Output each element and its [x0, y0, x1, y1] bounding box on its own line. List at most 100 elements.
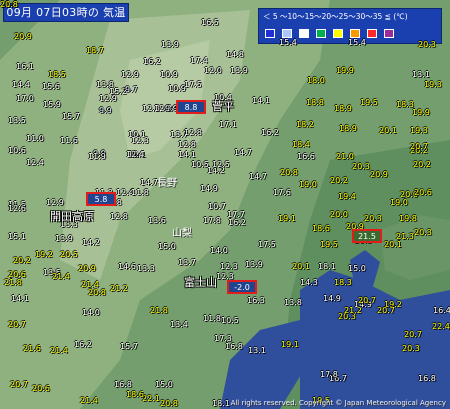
station-reading: 20.5: [60, 250, 78, 259]
station-reading: 14.4: [12, 80, 30, 89]
station-reading: 21.4: [80, 396, 98, 405]
station-reading: 16.4: [433, 306, 450, 315]
station-reading: 18.2: [296, 120, 314, 129]
station-reading: 22.1: [142, 394, 160, 403]
station-reading: 19.5: [360, 98, 378, 107]
station-reading: 19.4: [338, 192, 356, 201]
station-reading: 20.2: [413, 160, 431, 169]
station-reading: 20.3: [418, 40, 436, 49]
station-reading: 19.9: [412, 108, 430, 117]
station-reading: 12.6: [8, 204, 26, 213]
station-reading: 20.9: [14, 32, 32, 41]
station-reading: 16.8: [114, 380, 132, 389]
station-reading: 17.5: [258, 240, 276, 249]
station-reading: 18.9: [339, 124, 357, 133]
station-reading: 19.3: [424, 80, 442, 89]
station-reading: 13.9: [161, 40, 179, 49]
station-reading: 17.8: [203, 216, 221, 225]
station-reading: 20.3: [352, 162, 370, 171]
station-reading: 13.9: [245, 260, 263, 269]
temperature-map: 09月 07日03時の 気温 ＜ 5 〜10〜15〜20〜25〜30〜35 ≦ …: [0, 0, 450, 409]
station-reading: 14.7: [140, 178, 158, 187]
station-reading: 13.4: [170, 320, 188, 329]
station-reading: 20.2: [330, 176, 348, 185]
station-reading: 21.0: [336, 152, 354, 161]
station-reading: 19.5: [320, 240, 338, 249]
station-reading: 14.7: [249, 172, 267, 181]
station-reading: 13.7: [178, 258, 196, 267]
station-reading: 18.1: [212, 399, 230, 408]
station-reading: 18.8: [306, 98, 324, 107]
station-reading: 17.6: [273, 188, 291, 197]
station-reading: 16.8: [418, 374, 436, 383]
station-reading: 21.4: [50, 346, 68, 355]
station-reading: 15.6: [42, 82, 60, 91]
station-reading: 12.8: [178, 140, 196, 149]
station-reading: 19.1: [281, 340, 299, 349]
station-reading: 15.9: [43, 100, 61, 109]
station-reading: 16.2: [74, 340, 92, 349]
legend-swatch: [350, 29, 360, 38]
station-reading: 18.7: [86, 46, 104, 55]
legend-swatch: [282, 29, 292, 38]
station-reading: 9.9: [99, 106, 112, 115]
highlight-sugadaira[interactable]: 8.8: [176, 100, 206, 114]
station-reading: 10.5: [221, 316, 239, 325]
station-reading: 15.4: [279, 38, 297, 47]
station-reading: 20.6: [414, 188, 432, 197]
station-reading: 13.3: [137, 264, 155, 273]
station-reading: 19.3: [410, 126, 428, 135]
station-reading: 10.7: [208, 202, 226, 211]
station-reading: 20.3: [402, 344, 420, 353]
station-reading: 12.5: [212, 160, 230, 169]
station-reading: 14.1: [11, 294, 29, 303]
legend-swatch: [265, 29, 275, 38]
station-reading: 13.5: [8, 116, 26, 125]
legend-swatches: [265, 29, 394, 38]
station-reading: 21.2: [110, 284, 128, 293]
station-reading: 17.4: [190, 56, 208, 65]
station-reading: 22.4: [432, 322, 450, 331]
station-reading: 20.8: [160, 399, 178, 408]
station-reading: 12.9: [99, 94, 117, 103]
legend-swatch: [333, 29, 343, 38]
station-reading: 19.8: [399, 214, 417, 223]
station-reading: 16.5: [201, 18, 219, 27]
station-reading: 17.5: [184, 80, 202, 89]
highlight-tokyo[interactable]: 21.5: [352, 229, 382, 243]
highlight-kaida-kogen[interactable]: 5.8: [86, 192, 116, 206]
map-title: 09月 07日03時の 気温: [3, 3, 129, 22]
station-reading: 15.0: [158, 242, 176, 251]
place-nagano: 長野: [157, 178, 177, 189]
station-reading: 18.4: [292, 140, 310, 149]
station-reading: 14.7: [234, 148, 252, 157]
legend-swatch: [384, 29, 394, 38]
station-reading: 17.0: [16, 94, 34, 103]
station-reading: 16.2: [143, 57, 161, 66]
station-reading: 20.9: [78, 264, 96, 273]
station-reading: 19.0: [390, 198, 408, 207]
station-reading: 12.3: [131, 136, 149, 145]
place-kaida-kogen: 開田高原: [50, 210, 94, 223]
station-reading: 13.9: [230, 66, 248, 75]
station-reading: 21.4: [52, 272, 70, 281]
station-reading: 14.1: [178, 150, 196, 159]
station-reading: 20.2: [13, 256, 31, 265]
highlight-fujisan[interactable]: -2.0: [227, 280, 257, 294]
station-reading: 15.0: [155, 380, 173, 389]
station-reading: 14.1: [252, 96, 270, 105]
station-reading: 18.3: [334, 278, 352, 287]
station-reading: 16.3: [247, 296, 265, 305]
station-reading: 11.8: [203, 314, 221, 323]
station-reading: 11.0: [26, 134, 44, 143]
station-reading: 20.3: [414, 228, 432, 237]
station-reading: 20.7: [10, 380, 28, 389]
station-reading: 16.8: [225, 342, 243, 351]
station-reading: 20.1: [379, 126, 397, 135]
station-reading: 11.6: [60, 136, 78, 145]
station-reading: 18.9: [334, 104, 352, 113]
station-reading: 20.8: [0, 0, 18, 9]
station-reading: 21.8: [4, 278, 22, 287]
station-reading: 20.8: [88, 288, 106, 297]
station-reading: 20.7: [410, 142, 428, 151]
